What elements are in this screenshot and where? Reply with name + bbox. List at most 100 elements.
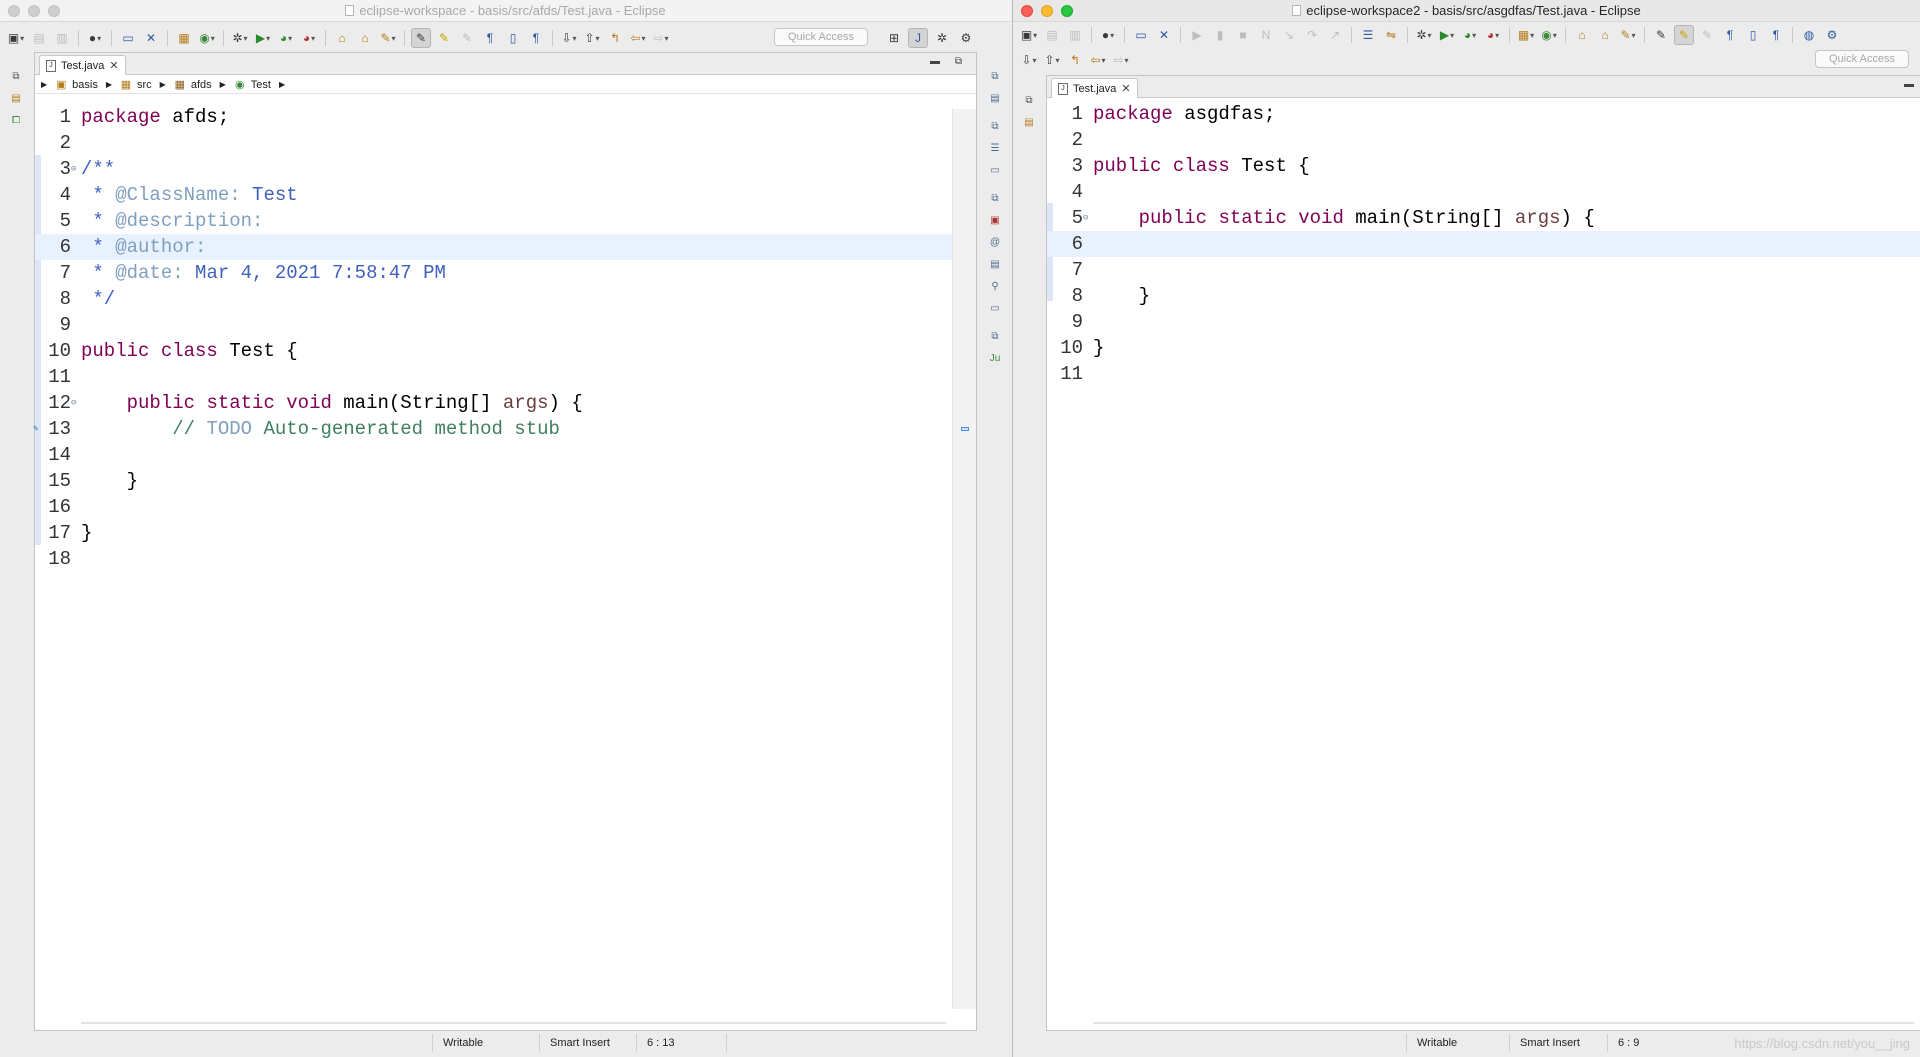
- outline-icon[interactable]: ☰: [987, 140, 1003, 156]
- save-icon[interactable]: ▤: [29, 28, 49, 48]
- chevron-right-icon[interactable]: ▶: [160, 80, 166, 89]
- horizontal-scrollbar[interactable]: [81, 1022, 946, 1024]
- quick-access-input[interactable]: Quick Access: [1815, 50, 1909, 68]
- previous-annotation-icon[interactable]: ⇧: [582, 28, 602, 48]
- new-icon[interactable]: ▣: [1019, 25, 1039, 45]
- code-editor[interactable]: 1 package asgdfas; 2 3 public class Test {…: [1047, 101, 1920, 387]
- search-view-icon[interactable]: ⚲: [987, 278, 1003, 294]
- suspend-icon[interactable]: ▮: [1210, 25, 1230, 45]
- type-hierarchy-icon[interactable]: ⧠: [8, 112, 24, 128]
- junit-icon[interactable]: Ju: [987, 350, 1003, 366]
- save-icon[interactable]: ▤: [1042, 25, 1062, 45]
- restore-icon[interactable]: ⧉: [987, 190, 1003, 206]
- java-perspective-icon[interactable]: J: [908, 28, 928, 48]
- restore-icon[interactable]: ⧉: [8, 68, 24, 84]
- zoom-window-button[interactable]: [48, 5, 60, 17]
- git-icon[interactable]: ⚙: [1822, 25, 1842, 45]
- globe-icon[interactable]: ◍: [1799, 25, 1819, 45]
- back-icon[interactable]: ⇦: [1088, 50, 1108, 70]
- code-editor[interactable]: 1 package afds; 2 3 ⊖/** 4 * @ClassName: T…: [33, 104, 976, 572]
- skip-breakpoints-icon[interactable]: ✕: [1154, 25, 1174, 45]
- forward-icon[interactable]: ⇨: [1111, 50, 1131, 70]
- package-explorer-icon[interactable]: ▤: [1021, 114, 1037, 130]
- toggle-block-selection-icon[interactable]: ✎: [1697, 25, 1717, 45]
- open-perspective-icon[interactable]: ⊞: [884, 28, 904, 48]
- maximize-icon[interactable]: ⧉: [955, 56, 962, 67]
- debug-perspective-icon[interactable]: ✲: [932, 28, 952, 48]
- toggle-mark-occurrences-icon[interactable]: ✎: [1651, 25, 1671, 45]
- restore-icon[interactable]: ⧉: [987, 328, 1003, 344]
- task-marker-icon[interactable]: ✎: [33, 416, 38, 442]
- step-return-icon[interactable]: ↗: [1325, 25, 1345, 45]
- terminal-icon[interactable]: ▭: [118, 28, 138, 48]
- debug-icon[interactable]: ✲: [1414, 25, 1434, 45]
- javadoc-icon[interactable]: @: [987, 234, 1003, 250]
- fold-collapse-icon[interactable]: ⊖: [71, 390, 76, 416]
- overview-ruler[interactable]: [952, 109, 976, 1009]
- chevron-right-icon[interactable]: ▶: [106, 80, 112, 89]
- next-annotation-icon[interactable]: ⇩: [1019, 50, 1039, 70]
- external-tools-icon[interactable]: ◕: [1483, 25, 1503, 45]
- problems-icon[interactable]: ▣: [987, 212, 1003, 228]
- open-type-icon[interactable]: ⌂: [1572, 25, 1592, 45]
- highlight-icon[interactable]: ✎: [1674, 25, 1694, 45]
- last-edit-icon[interactable]: ↰: [1065, 50, 1085, 70]
- resume-icon[interactable]: ▶: [1187, 25, 1207, 45]
- coverage-icon[interactable]: ◕: [1460, 25, 1480, 45]
- package-explorer-icon[interactable]: ▤: [8, 90, 24, 106]
- task-marker[interactable]: [961, 427, 969, 431]
- step-into-icon[interactable]: ↘: [1279, 25, 1299, 45]
- external-tools-icon[interactable]: ◕: [299, 28, 319, 48]
- word-wrap-icon[interactable]: ▯: [503, 28, 523, 48]
- search-icon[interactable]: ✎: [378, 28, 398, 48]
- next-annotation-icon[interactable]: ⇩: [559, 28, 579, 48]
- debug-icon[interactable]: ✲: [230, 28, 250, 48]
- restore-icon[interactable]: ⧉: [987, 118, 1003, 134]
- git-perspective-icon[interactable]: ⚙: [956, 28, 976, 48]
- minimize-icon[interactable]: ▬: [1904, 79, 1914, 90]
- last-edit-icon[interactable]: ↰: [605, 28, 625, 48]
- use-step-filters-icon[interactable]: ⇋: [1381, 25, 1401, 45]
- minimize-icon[interactable]: ▬: [930, 56, 940, 67]
- close-tab-icon[interactable]: ✕: [1121, 82, 1130, 95]
- close-window-button[interactable]: [1021, 5, 1033, 17]
- open-task-icon[interactable]: ⌂: [1595, 25, 1615, 45]
- previous-annotation-icon[interactable]: ⇧: [1042, 50, 1062, 70]
- step-over-icon[interactable]: ↷: [1302, 25, 1322, 45]
- restore-icon[interactable]: ⧉: [1021, 92, 1037, 108]
- search-icon[interactable]: ✎: [1618, 25, 1638, 45]
- tab-test-java[interactable]: J Test.java ✕: [39, 55, 126, 75]
- close-window-button[interactable]: [8, 5, 20, 17]
- show-whitespace-icon[interactable]: ¶: [1720, 25, 1740, 45]
- run-icon[interactable]: ▶: [1437, 25, 1457, 45]
- close-tab-icon[interactable]: ✕: [109, 59, 118, 72]
- new-class-icon[interactable]: ◉: [197, 28, 217, 48]
- disconnect-icon[interactable]: N: [1256, 25, 1276, 45]
- tab-test-java[interactable]: J Test.java ✕: [1051, 78, 1138, 98]
- open-type-icon[interactable]: ⌂: [332, 28, 352, 48]
- pilcrow-icon[interactable]: ¶: [526, 28, 546, 48]
- new-icon[interactable]: ▣: [6, 28, 26, 48]
- task-list-icon[interactable]: ▤: [987, 90, 1003, 106]
- quick-access-input[interactable]: Quick Access: [774, 28, 868, 46]
- new-package-icon[interactable]: ▦: [1516, 25, 1536, 45]
- run-icon[interactable]: ▶: [253, 28, 273, 48]
- zoom-window-button[interactable]: [1061, 5, 1073, 17]
- back-icon[interactable]: ⇦: [628, 28, 648, 48]
- drop-to-frame-icon[interactable]: ☰: [1358, 25, 1378, 45]
- save-all-icon[interactable]: ▥: [1065, 25, 1085, 45]
- horizontal-scrollbar[interactable]: [1093, 1022, 1914, 1024]
- console-view-icon[interactable]: ▭: [987, 300, 1003, 316]
- forward-icon[interactable]: ⇨: [651, 28, 671, 48]
- profile-icon[interactable]: ●: [85, 28, 105, 48]
- fold-collapse-icon[interactable]: ⊖: [1083, 205, 1088, 231]
- word-wrap-icon[interactable]: ▯: [1743, 25, 1763, 45]
- status-insert-mode[interactable]: Smart Insert: [539, 1034, 636, 1052]
- breadcrumb-src[interactable]: ▦ src: [120, 79, 152, 91]
- pilcrow-icon[interactable]: ¶: [1766, 25, 1786, 45]
- breadcrumb-test[interactable]: ◉ Test: [234, 79, 271, 91]
- breadcrumb-afds[interactable]: ▦ afds: [174, 79, 212, 91]
- coverage-icon[interactable]: ◕: [276, 28, 296, 48]
- new-class-icon[interactable]: ◉: [1539, 25, 1559, 45]
- chevron-right-icon[interactable]: ▶: [41, 80, 47, 89]
